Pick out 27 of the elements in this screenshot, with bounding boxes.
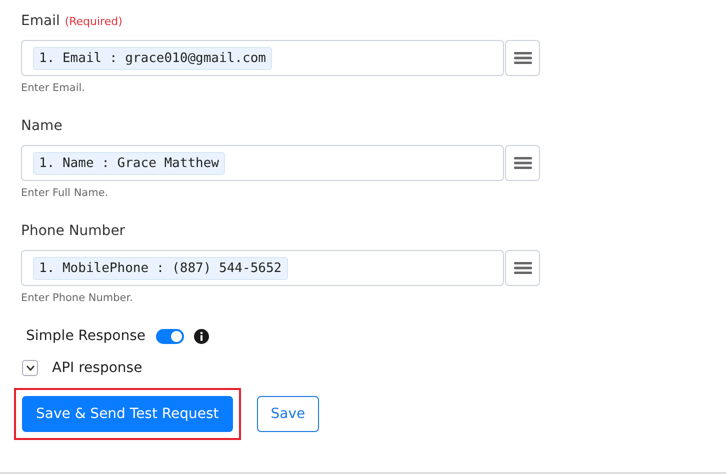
info-icon[interactable] — [194, 328, 208, 344]
required-note: (Required) — [64, 15, 122, 28]
menu-icon — [514, 51, 532, 65]
field-hint: Enter Email. — [21, 82, 86, 94]
input-field[interactable]: 1. Name : Grace Matthew — [21, 145, 504, 181]
token-chip: 1. Name : Grace Matthew — [33, 152, 226, 174]
menu-button[interactable] — [505, 250, 540, 286]
input-field[interactable]: 1. MobilePhone : (887) 544-5652 — [21, 250, 504, 286]
menu-icon — [514, 261, 532, 275]
toggle-label: Simple Response — [26, 328, 146, 344]
save-button[interactable]: Save — [256, 396, 320, 432]
token-chip: 1. MobilePhone : (887) 544-5652 — [33, 256, 288, 280]
field-hint: Enter Full Name. — [21, 187, 110, 199]
expand-toggle[interactable] — [22, 360, 38, 376]
send-test-button[interactable]: Save & Send Test Request — [22, 396, 233, 432]
menu-icon — [514, 156, 532, 170]
field-hint: Enter Phone Number. — [21, 292, 134, 304]
token-chip: 1. Email : grace010@gmail.com — [33, 46, 272, 70]
menu-button[interactable] — [505, 145, 540, 181]
field-label: Email — [21, 13, 60, 29]
chevron-icon — [26, 365, 34, 371]
toggle-switch[interactable] — [156, 328, 184, 344]
field-label: Phone Number — [21, 223, 126, 239]
field-label: Name — [21, 118, 62, 134]
section-label: API response — [52, 360, 142, 376]
input-field[interactable]: 1. Email : grace010@gmail.com — [21, 40, 504, 76]
menu-button[interactable] — [505, 40, 540, 76]
